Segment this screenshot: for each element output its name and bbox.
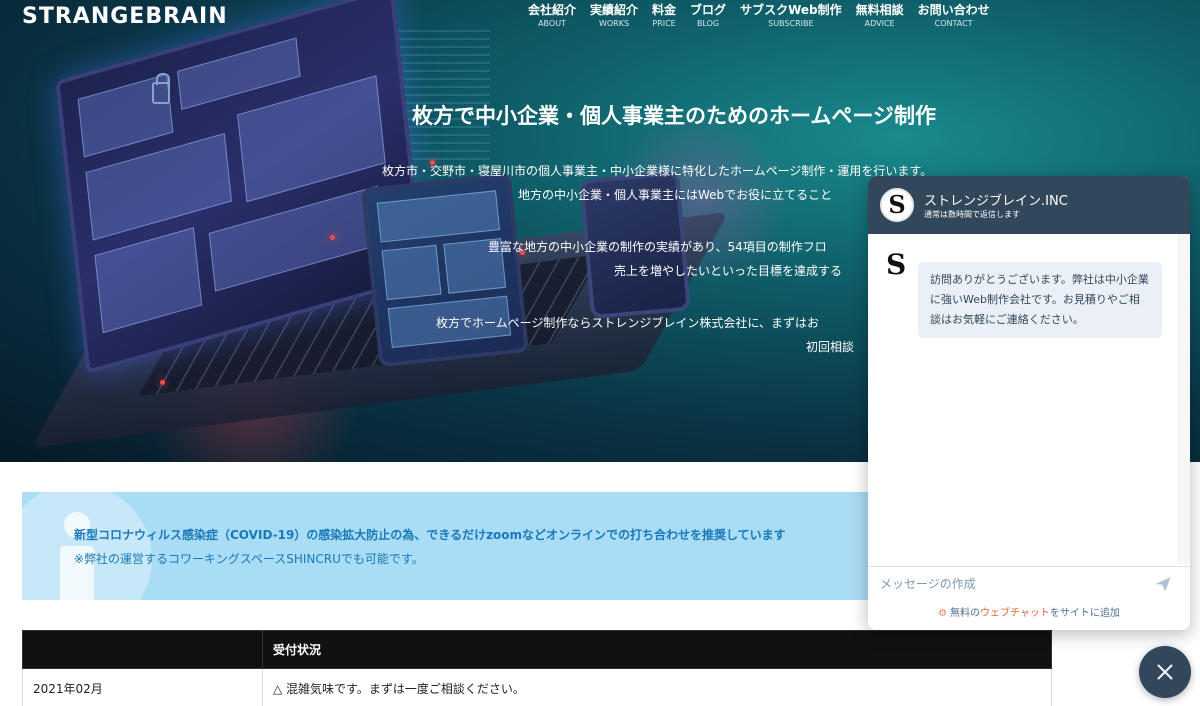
nav-sublabel: WORKS [598,19,630,28]
main-nav: 会社紹介 ABOUT 実績紹介 WORKS 料金 PRICE ブログ BLOG サブスク… [528,2,1004,29]
chat-composer [868,566,1190,600]
glow-dot [330,235,335,240]
chat-scrollbar[interactable] [1178,234,1190,564]
nav-item-contact[interactable]: お問い合わせ CONTACT [918,2,990,29]
chat-message-input[interactable] [880,572,1140,596]
nav-label: サブスクWeb制作 [740,3,842,17]
send-icon[interactable] [1154,575,1172,593]
table-header-row: 受付状況 [22,630,1052,669]
bot-avatar: S [886,248,907,281]
table-cell-date: 2021年02月 [22,668,263,706]
hero-title: 枚方で中小企業・個人事業主のためのホームページ制作 [412,104,936,128]
nav-sublabel: ABOUT [538,19,566,28]
nav-label: お問い合わせ [917,3,990,17]
nav-item-advice[interactable]: 無料相談 ADVICE [856,2,904,29]
hero-text-line: 枚方市・交野市・寝屋川市の個人事業主・中小企業様に特化したホームページ制作・運用… [382,164,933,178]
glow-dot [160,380,165,385]
tablet-illustration [361,172,529,368]
hero-text-line: 初回相談 [806,340,855,354]
nav-sublabel: BLOG [696,19,720,28]
site-logo[interactable]: STRANGEBRAIN [22,4,228,29]
notice-text: 新型コロナウィルス感染症（COVID-19）の感染拡大防止の為、できるだけzoo… [74,528,786,542]
chat-company-name: ストレンジブレイン.INC [924,194,1068,209]
info-icon [22,492,152,600]
nav-item-works[interactable]: 実績紹介 WORKS [590,2,638,29]
nav-label: 無料相談 [855,3,904,17]
chat-widget: S ストレンジブレイン.INC 通常は数時間で返信します S 訪問ありがとうござ… [868,176,1190,630]
nav-sublabel: SUBSCRIBE [768,19,814,28]
chat-response-time: 通常は数時間で返信します [924,210,1020,219]
nav-label: 実績紹介 [590,3,639,17]
nav-item-blog[interactable]: ブログ BLOG [690,2,726,29]
nav-label: 会社紹介 [528,3,577,17]
hero-text-line: 売上を増やしたいといった目標を達成する [614,264,843,278]
chat-header: S ストレンジブレイン.INC 通常は数時間で返信します [868,176,1190,234]
reception-status-table: 受付状況 2021年02月 △ 混雑気味です。まずは一度ご相談ください。 [22,630,1052,706]
chat-footer: ⚙ 無料のウェブチャットをサイトに追加 [868,604,1190,619]
table-header-cell: 受付状況 [262,630,1052,669]
table-row: 2021年02月 △ 混雑気味です。まずは一度ご相談ください。 [22,668,1052,706]
hubspot-sprocket-icon: ⚙ [938,608,948,619]
nav-sublabel: ADVICE [864,19,895,28]
footer-text: をサイトに追加 [1049,608,1120,619]
nav-label: ブログ [690,3,727,17]
nav-sublabel: CONTACT [934,19,973,28]
nav-item-about[interactable]: 会社紹介 ABOUT [528,2,576,29]
footer-text: 無料の [950,608,981,619]
table-cell-status: △ 混雑気味です。まずは一度ご相談ください。 [262,668,1052,706]
company-avatar: S [880,188,914,222]
chat-message-bubble: 訪問ありがとうございます。弊社は中小企業に強いWeb制作会社です。お見積りやご相… [918,262,1162,338]
nav-label: 料金 [652,3,677,17]
hero-text-line: 枚方でホームページ制作ならストレンジブレイン株式会社に、まずはお [436,316,820,330]
chat-messages: S 訪問ありがとうございます。弊社は中小企業に強いWeb制作会社です。お見積りや… [868,234,1190,564]
nav-item-price[interactable]: 料金 PRICE [652,2,676,29]
webchat-link[interactable]: ウェブチャット [980,608,1050,619]
lock-icon [152,73,170,104]
close-icon[interactable] [1139,646,1191,698]
hero-text-line: 豊富な地方の中小企業の制作の実績があり、54項目の制作フロ [488,240,827,254]
nav-item-subscribe[interactable]: サブスクWeb制作 SUBSCRIBE [740,2,842,29]
table-header-cell [22,630,263,669]
hero-text-line: 地方の中小企業・個人事業主にはWebでお役に立てること [518,188,833,202]
notice-subtext: ※弊社の運営するコワーキングスペースSHINCRUでも可能です。 [74,552,424,566]
nav-sublabel: PRICE [652,19,676,28]
